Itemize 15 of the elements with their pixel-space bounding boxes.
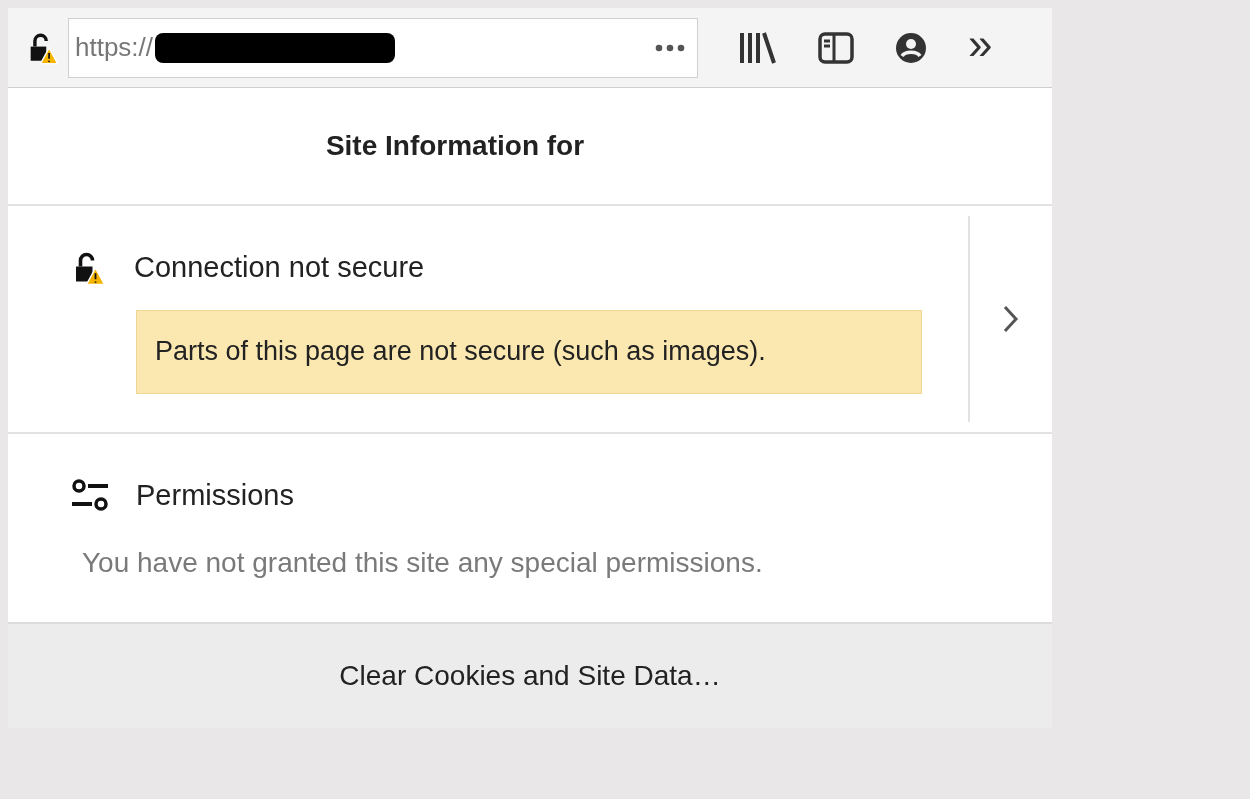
permissions-icon (70, 477, 110, 514)
more-icon[interactable] (655, 43, 685, 52)
account-icon[interactable] (894, 30, 928, 65)
chevron-right-icon (1003, 305, 1019, 333)
permissions-label: Permissions (136, 478, 294, 513)
address-field[interactable]: https:// (68, 17, 698, 78)
permissions-message: You have not granted this site any special permissions. (82, 545, 764, 580)
url-text: https:// (75, 31, 154, 64)
library-icon[interactable] (738, 30, 778, 65)
clear-cookies-button[interactable]: Clear Cookies and Site Data… (8, 624, 1052, 728)
sidebar-icon[interactable] (818, 31, 854, 64)
overflow-button[interactable]: » (968, 21, 993, 66)
warning-message: Parts of this page are not secure (such as images). (136, 309, 922, 394)
panel-title: Site Information for (325, 129, 585, 163)
connection-label: Connection not secure (134, 250, 425, 285)
